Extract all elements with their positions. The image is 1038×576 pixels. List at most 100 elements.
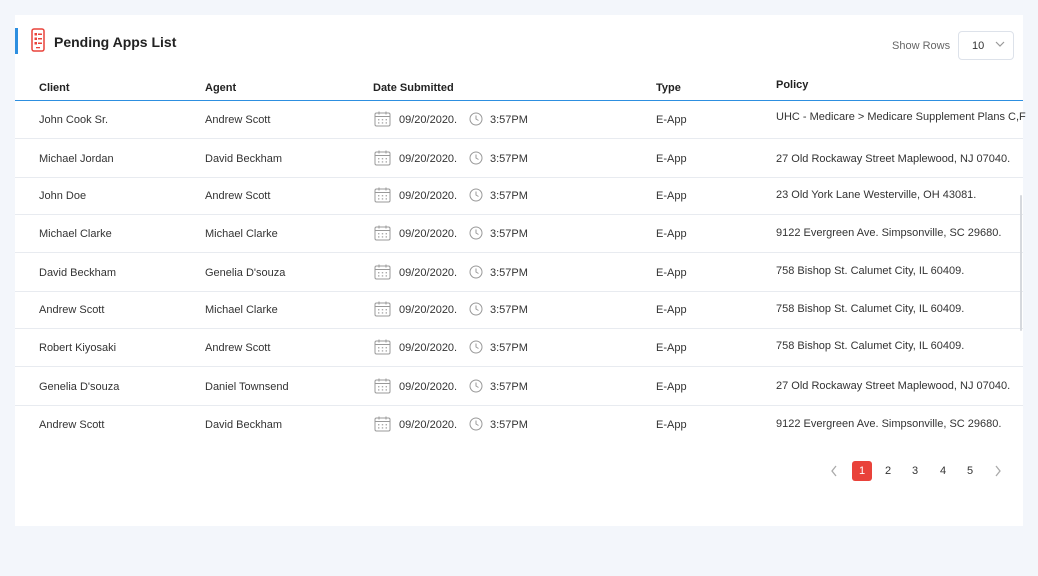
column-header-date-submitted[interactable]: Date Submitted [373,82,454,94]
clock-icon [469,379,483,393]
pending-apps-card: Pending Apps List Show Rows 10 Client Ag… [15,15,1026,526]
cell-policy: UHC - Medicare > Medicare Supplement Pla… [776,111,1026,123]
cell-agent: Andrew Scott [205,114,271,126]
cell-date: 09/20/2020. [399,342,458,354]
cell-client: John Cook Sr. [39,114,109,126]
cell-agent: Andrew Scott [205,342,271,354]
cell-type: E-App [656,153,687,165]
column-header-agent[interactable]: Agent [205,82,236,94]
cell-policy: 758 Bishop St. Calumet City, IL 60409. [776,265,965,277]
table-row[interactable]: John Cook Sr. Andrew Scott 09/20/2020. 3:57… [15,101,1026,139]
calendar-icon [374,378,391,394]
cell-client: Robert Kiyosaki [39,342,117,354]
column-header-client[interactable]: Client [39,82,70,94]
cell-date: 09/20/2020. [399,381,458,393]
column-header-policy[interactable]: Policy [776,79,808,91]
cell-type: E-App [656,419,687,431]
page-2-button[interactable]: 2 [878,461,898,481]
clock-icon [469,265,483,279]
calendar-icon [374,150,391,166]
page-4-button[interactable]: 4 [933,461,953,481]
cell-policy: 9122 Evergreen Ave. Simpsonville, SC 296… [776,418,1002,430]
cell-policy: 23 Old York Lane Westerville, OH 43081. [776,189,977,201]
table-row[interactable]: Michael Jordan David Beckham 09/20/2020. 3:… [15,140,1023,178]
title-accent-bar [15,28,18,54]
cell-time: 3:57PM [490,114,528,126]
cell-time: 3:57PM [490,419,528,431]
pagination: 1 2 3 4 5 [15,461,1023,481]
clock-icon [469,112,483,126]
show-rows-label: Show Rows [892,40,951,52]
cell-agent: Daniel Townsend [205,381,289,393]
cell-time: 3:57PM [490,267,528,279]
chevron-right-icon[interactable] [994,465,1002,477]
clock-icon [469,340,483,354]
cell-date: 09/20/2020. [399,190,458,202]
card-header: Pending Apps List Show Rows 10 [15,15,1023,73]
table-row[interactable]: Andrew Scott Michael Clarke 09/20/2020. 3:5… [15,291,1023,329]
cell-type: E-App [656,381,687,393]
calendar-icon [374,416,391,432]
cell-client: Michael Clarke [39,228,112,240]
cell-type: E-App [656,304,687,316]
cell-agent: Michael Clarke [205,228,278,240]
page-title: Pending Apps List [54,34,177,50]
cell-policy: 758 Bishop St. Calumet City, IL 60409. [776,340,965,352]
cell-date: 09/20/2020. [399,228,458,240]
calendar-icon [374,301,391,317]
table-row[interactable]: Michael Clarke Michael Clarke 09/20/2020. 3… [15,215,1023,253]
mobile-checklist-icon [31,28,45,52]
cell-date: 09/20/2020. [399,153,458,165]
table-header: Client Agent Date Submitted Type Policy [15,73,1023,101]
table-row[interactable]: John Doe Andrew Scott 09/20/2020. 3:57PM E-A… [15,177,1023,215]
page-5-button[interactable]: 5 [960,461,980,481]
table-row[interactable]: Genelia D'souza Daniel Townsend 09/20/2020… [15,368,1023,406]
cell-agent: Michael Clarke [205,304,278,316]
calendar-icon [374,264,391,280]
table-row[interactable]: Andrew Scott David Beckham 09/20/2020. 3:57… [15,406,1023,444]
cell-client: Andrew Scott [39,304,105,316]
cell-policy: 758 Bishop St. Calumet City, IL 60409. [776,303,965,315]
clock-icon [469,188,483,202]
cell-time: 3:57PM [490,153,528,165]
rows-per-page-value: 10 [972,40,985,52]
calendar-icon [374,111,391,127]
clock-icon [469,226,483,240]
cell-client: John Doe [39,190,87,202]
cell-policy: 9122 Evergreen Ave. Simpsonville, SC 296… [776,227,1002,239]
cell-policy: 27 Old Rockaway Street Maplewood, NJ 070… [776,153,1011,165]
table-row[interactable]: David Beckham Genelia D'souza 09/20/2020. 3… [15,254,1023,292]
cell-type: E-App [656,190,687,202]
page-3-button[interactable]: 3 [905,461,925,481]
cell-type: E-App [656,114,687,126]
clock-icon [469,417,483,431]
cell-date: 09/20/2020. [399,419,458,431]
cell-time: 3:57PM [490,304,528,316]
cell-client: David Beckham [39,267,117,279]
cell-agent: David Beckham [205,419,283,431]
cell-type: E-App [656,342,687,354]
calendar-icon [374,187,391,203]
calendar-icon [374,225,391,241]
page-1-button[interactable]: 1 [852,461,872,481]
chevron-down-icon [995,41,1005,47]
cell-client: Andrew Scott [39,419,105,431]
cell-agent: David Beckham [205,153,283,165]
cell-client: Michael Jordan [39,153,114,165]
chevron-left-icon[interactable] [830,465,838,477]
cell-time: 3:57PM [490,381,528,393]
table-row[interactable]: Robert Kiyosaki Andrew Scott 09/20/2020. 3:… [15,329,1023,367]
column-header-type[interactable]: Type [656,82,681,94]
cell-date: 09/20/2020. [399,267,458,279]
cell-agent: Genelia D'souza [205,267,286,279]
cell-client: Genelia D'souza [39,381,120,393]
cell-time: 3:57PM [490,190,528,202]
cell-agent: Andrew Scott [205,190,271,202]
cell-date: 09/20/2020. [399,304,458,316]
cell-time: 3:57PM [490,228,528,240]
cell-type: E-App [656,228,687,240]
rows-per-page-select[interactable]: 10 [958,31,1014,60]
calendar-icon [374,339,391,355]
clock-icon [469,151,483,165]
table-scrollbar[interactable] [1020,195,1022,331]
